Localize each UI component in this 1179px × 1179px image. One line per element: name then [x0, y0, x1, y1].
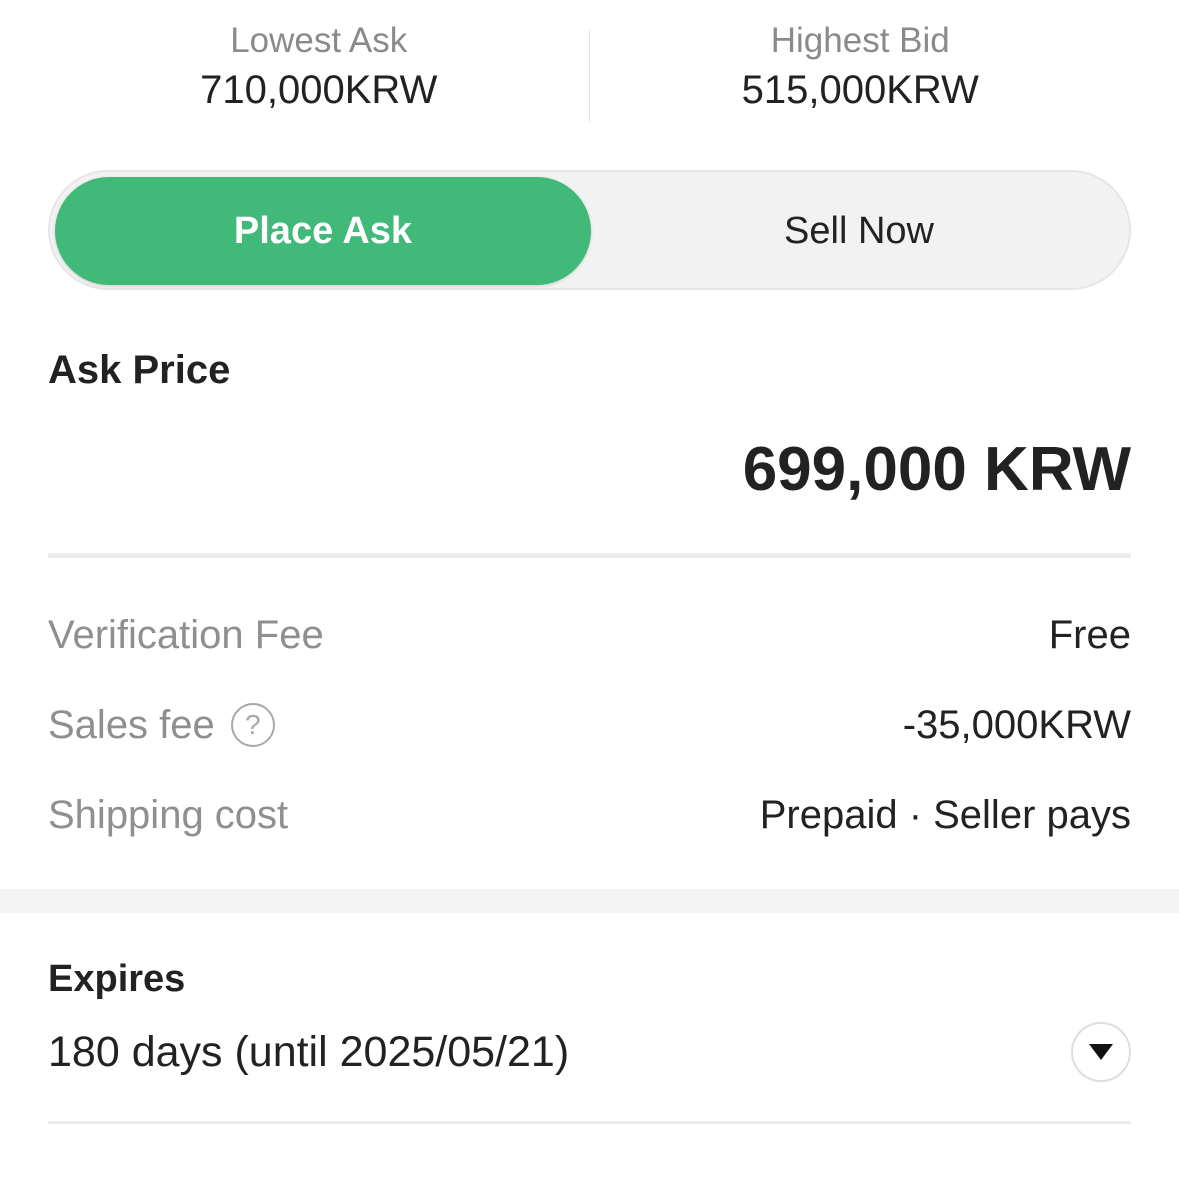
dropdown-button[interactable] [1071, 1022, 1131, 1082]
mode-toggle: Place Ask Sell Now [48, 170, 1131, 290]
sales-fee-label-group: Sales fee ? [48, 703, 275, 748]
lowest-ask-stat: Lowest Ask 710,000KRW [48, 18, 590, 122]
lowest-ask-value: 710,000KRW [200, 68, 438, 112]
market-stats: Lowest Ask 710,000KRW Highest Bid 515,00… [48, 18, 1131, 122]
sell-now-tab[interactable]: Sell Now [591, 177, 1127, 285]
question-circle-icon[interactable]: ? [230, 703, 275, 747]
shipping-cost-row: Shipping cost Prepaid · Seller pays [48, 785, 1131, 845]
place-ask-tab[interactable]: Place Ask [55, 177, 591, 285]
highest-bid-label: Highest Bid [770, 21, 950, 60]
shipping-cost-value: Prepaid · Seller pays [759, 792, 1131, 837]
sales-fee-value: -35,000KRW [902, 702, 1131, 747]
stats-divider [589, 30, 590, 122]
sales-fee-row: Sales fee ? -35,000KRW [48, 695, 1131, 755]
verification-fee-value: Free [1048, 612, 1131, 657]
expires-title: Expires [48, 958, 186, 1000]
section-separator [0, 889, 1179, 913]
verification-fee-label: Verification Fee [48, 612, 324, 657]
lowest-ask-label: Lowest Ask [230, 21, 408, 60]
expires-divider [48, 1121, 1131, 1124]
highest-bid-stat: Highest Bid 515,000KRW [590, 18, 1132, 122]
expires-value: 180 days (until 2025/05/21) [48, 1027, 570, 1076]
caret-down-icon [1089, 1044, 1113, 1060]
expires-selector[interactable]: 180 days (until 2025/05/21) [48, 1020, 1131, 1084]
ask-price-value[interactable]: 699,000 KRW [743, 434, 1131, 505]
ask-price-title: Ask Price [48, 348, 231, 392]
ask-price-divider [48, 553, 1131, 558]
sales-fee-label: Sales fee [48, 702, 215, 747]
shipping-cost-label: Shipping cost [48, 792, 289, 837]
highest-bid-value: 515,000KRW [741, 68, 979, 112]
ask-page: Lowest Ask 710,000KRW Highest Bid 515,00… [0, 0, 1179, 1179]
verification-fee-row: Verification Fee Free [48, 605, 1131, 665]
